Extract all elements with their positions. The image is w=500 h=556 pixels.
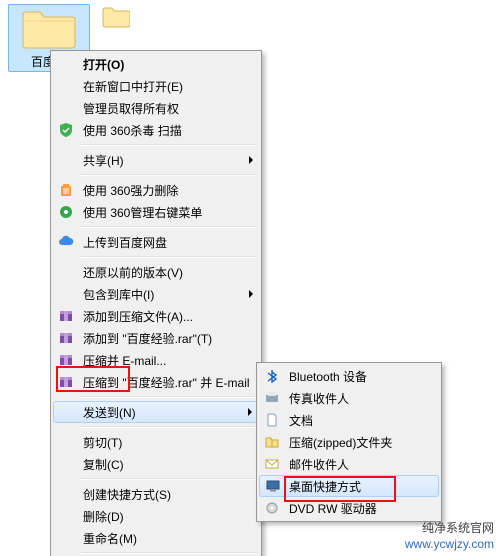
menu-label: 使用 360管理右键菜单 <box>83 204 202 221</box>
menu-label: 使用 360强力删除 <box>83 182 178 199</box>
menu-open[interactable]: 打开(O) <box>53 53 259 75</box>
menu-separator <box>81 174 257 176</box>
menu-360-scan[interactable]: 使用 360杀毒 扫描 <box>53 119 259 141</box>
delete-360-icon <box>57 181 75 199</box>
fax-icon <box>263 389 281 407</box>
mail-icon <box>263 455 281 473</box>
gear-360-icon <box>57 203 75 221</box>
cloud-icon <box>57 233 75 251</box>
sendto-fax[interactable]: 传真收件人 <box>259 387 439 409</box>
menu-360-rightclick-mgr[interactable]: 使用 360管理右键菜单 <box>53 201 259 223</box>
menu-include-library[interactable]: 包含到库中(I) <box>53 283 259 305</box>
menu-separator <box>81 552 257 554</box>
menu-label: Bluetooth 设备 <box>289 368 367 385</box>
watermark-line2: www.ycwjzy.com <box>405 536 494 552</box>
menu-label: 包含到库中(I) <box>83 286 154 303</box>
menu-label: DVD RW 驱动器 <box>289 500 377 517</box>
menu-separator <box>81 396 257 398</box>
menu-label: 上传到百度网盘 <box>83 234 167 251</box>
menu-label: 邮件收件人 <box>289 456 349 473</box>
submenu-arrow-icon <box>249 156 253 164</box>
sendto-bluetooth[interactable]: Bluetooth 设备 <box>259 365 439 387</box>
winrar-icon <box>57 373 75 391</box>
menu-label: 桌面快捷方式 <box>289 478 361 495</box>
menu-separator <box>81 426 257 428</box>
menu-restore-previous[interactable]: 还原以前的版本(V) <box>53 261 259 283</box>
menu-admin-ownership[interactable]: 管理员取得所有权 <box>53 97 259 119</box>
menu-delete[interactable]: 删除(D) <box>53 505 259 527</box>
desktop: 百度经 打开(O) 在新窗口中打开(E) 管理员取得所有权 使用 360杀毒 扫… <box>0 0 500 556</box>
menu-label: 共享(H) <box>83 152 124 169</box>
menu-label: 发送到(N) <box>83 404 136 421</box>
menu-label: 压缩并 E-mail... <box>83 352 166 369</box>
menu-label: 添加到压缩文件(A)... <box>83 308 193 325</box>
folder-icon <box>21 7 77 51</box>
sendto-submenu: Bluetooth 设备 传真收件人 文档 压缩(zipped)文件夹 邮件收件… <box>256 362 442 522</box>
menu-label: 使用 360杀毒 扫描 <box>83 122 182 139</box>
menu-label: 添加到 "百度经验.rar"(T) <box>83 330 212 347</box>
sendto-dvd-rw[interactable]: DVD RW 驱动器 <box>259 497 439 519</box>
menu-share[interactable]: 共享(H) <box>53 149 259 171</box>
winrar-icon <box>57 329 75 347</box>
menu-separator <box>81 144 257 146</box>
submenu-arrow-icon <box>249 290 253 298</box>
watermark-line1: 纯净系统官网 <box>405 520 494 536</box>
disc-drive-icon <box>263 499 281 517</box>
menu-separator <box>81 256 257 258</box>
menu-360-force-delete[interactable]: 使用 360强力删除 <box>53 179 259 201</box>
menu-copy[interactable]: 复制(C) <box>53 453 259 475</box>
winrar-icon <box>57 307 75 325</box>
submenu-arrow-icon <box>248 408 252 416</box>
menu-upload-baidu-pan[interactable]: 上传到百度网盘 <box>53 231 259 253</box>
menu-label: 打开(O) <box>83 56 124 73</box>
menu-label: 复制(C) <box>83 456 124 473</box>
menu-label: 文档 <box>289 412 313 429</box>
menu-send-to[interactable]: 发送到(N) <box>53 401 259 423</box>
menu-create-shortcut[interactable]: 创建快捷方式(S) <box>53 483 259 505</box>
menu-rename[interactable]: 重命名(M) <box>53 527 259 549</box>
menu-add-to-archive[interactable]: 添加到压缩文件(A)... <box>53 305 259 327</box>
menu-label: 剪切(T) <box>83 434 122 451</box>
menu-compress-email[interactable]: 压缩并 E-mail... <box>53 349 259 371</box>
menu-label: 重命名(M) <box>83 530 137 547</box>
context-menu: 打开(O) 在新窗口中打开(E) 管理员取得所有权 使用 360杀毒 扫描 共享… <box>50 50 262 556</box>
folder-small[interactable] <box>92 6 140 30</box>
winrar-icon <box>57 351 75 369</box>
menu-rar-email[interactable]: 压缩到 "百度经验.rar" 并 E-mail <box>53 371 259 393</box>
menu-label: 删除(D) <box>83 508 124 525</box>
menu-label: 在新窗口中打开(E) <box>83 78 183 95</box>
menu-label: 压缩(zipped)文件夹 <box>289 434 392 451</box>
menu-label: 管理员取得所有权 <box>83 100 179 117</box>
menu-add-to-rar[interactable]: 添加到 "百度经验.rar"(T) <box>53 327 259 349</box>
menu-separator <box>81 478 257 480</box>
sendto-documents[interactable]: 文档 <box>259 409 439 431</box>
desktop-icon <box>264 477 282 495</box>
menu-open-new-window[interactable]: 在新窗口中打开(E) <box>53 75 259 97</box>
sendto-compressed-folder[interactable]: 压缩(zipped)文件夹 <box>259 431 439 453</box>
zip-folder-icon <box>263 433 281 451</box>
menu-label: 传真收件人 <box>289 390 349 407</box>
menu-label: 还原以前的版本(V) <box>83 264 183 281</box>
sendto-desktop-shortcut[interactable]: 桌面快捷方式 <box>259 475 439 497</box>
menu-label: 压缩到 "百度经验.rar" 并 E-mail <box>83 374 250 391</box>
shield-360-icon <box>57 121 75 139</box>
watermark: 纯净系统官网 www.ycwjzy.com <box>405 520 494 552</box>
sendto-mail-recipient[interactable]: 邮件收件人 <box>259 453 439 475</box>
folder-icon <box>102 6 130 28</box>
menu-label: 创建快捷方式(S) <box>83 486 171 503</box>
menu-separator <box>81 226 257 228</box>
document-icon <box>263 411 281 429</box>
menu-cut[interactable]: 剪切(T) <box>53 431 259 453</box>
bluetooth-icon <box>263 367 281 385</box>
